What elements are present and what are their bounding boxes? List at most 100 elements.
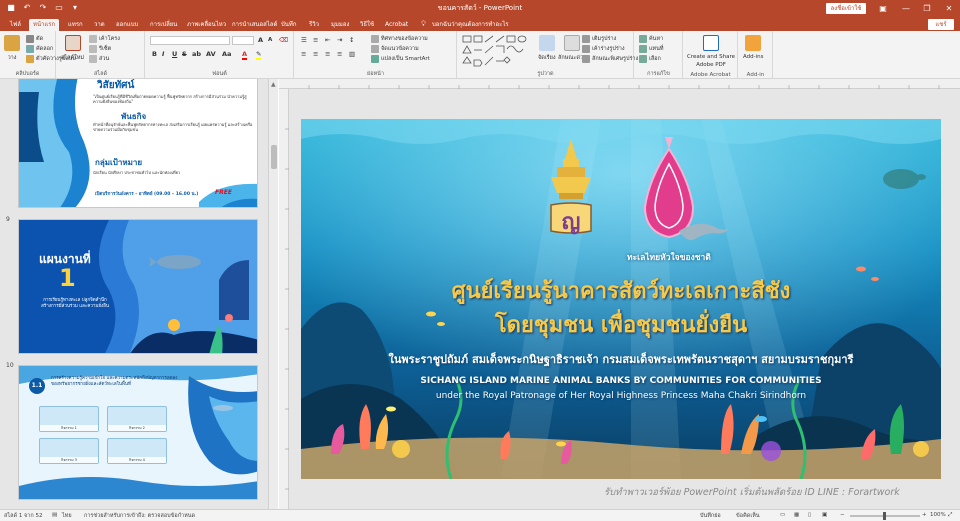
tab-view[interactable]: มุมมอง: [327, 19, 353, 31]
thumb-8-target-heading: กลุ่มเป้าหมาย: [95, 158, 143, 167]
shrink-font-button[interactable]: A: [268, 37, 272, 43]
paste-button[interactable]: วาง: [4, 35, 20, 62]
layout-button[interactable]: เค้าโครง: [89, 35, 120, 43]
spellcheck-icon[interactable]: ▤: [52, 512, 57, 518]
ribbon-tabs: ไฟล์ หน้าแรก แทรก วาด ออกแบบ การเปลี่ยน …: [0, 17, 960, 31]
paragraph-group: ☰ ≡ ⇤ ⇥ ↕ ≡ ≡ ≡ ≡ ▥ ทิศทางของข้อความ จัด…: [295, 31, 457, 79]
zoom-in-icon[interactable]: +: [922, 512, 927, 518]
align-right-icon[interactable]: ≡: [325, 50, 330, 58]
editing-group: ค้นหา แทนที่ เลือก การแก้ไข: [635, 31, 683, 79]
change-case-button[interactable]: Aa: [222, 50, 231, 58]
clear-formatting-icon[interactable]: ⌫: [279, 36, 288, 44]
reading-view-icon[interactable]: ▯: [808, 512, 811, 518]
comments-button[interactable]: ข้อคิดเห็น: [736, 512, 760, 520]
tab-transitions[interactable]: การเปลี่ยน: [146, 19, 181, 31]
tab-slideshow[interactable]: การนำเสนอสไลด์: [228, 19, 281, 31]
tab-record[interactable]: บันทึก: [277, 19, 301, 31]
slideshow-icon[interactable]: ▣: [822, 512, 827, 518]
italic-button[interactable]: I: [162, 50, 164, 58]
slide-sorter-icon[interactable]: ▦: [794, 512, 799, 518]
quick-styles-icon: [564, 35, 581, 51]
line-spacing-icon[interactable]: ↕: [349, 36, 354, 44]
normal-view-icon[interactable]: ▭: [780, 512, 785, 518]
thumbnail-scrollbar[interactable]: ▲: [268, 79, 278, 509]
addins-button[interactable]: Add-ins: [743, 35, 764, 60]
sign-in-button[interactable]: ลงชื่อเข้าใช้: [826, 3, 866, 14]
copy-button[interactable]: คัดลอก: [26, 45, 53, 53]
zoom-level[interactable]: 100%: [930, 512, 946, 518]
tab-help[interactable]: วิธีใช้: [356, 19, 378, 31]
layout-icon: [89, 35, 97, 43]
font-color-button[interactable]: A: [242, 50, 248, 60]
align-left-icon[interactable]: ≡: [301, 50, 306, 58]
decrease-indent-icon[interactable]: ⇤: [325, 36, 330, 44]
slide-number-9: 9: [6, 216, 10, 223]
tab-draw[interactable]: วาด: [90, 19, 109, 31]
zoom-out-icon[interactable]: −: [840, 512, 845, 518]
shape-outline-button[interactable]: เค้าร่างรูปร่าง: [582, 45, 625, 53]
underline-button[interactable]: U: [172, 50, 177, 58]
tab-file[interactable]: ไฟล์: [6, 19, 25, 31]
highlight-button[interactable]: ✎: [256, 50, 262, 60]
tab-home[interactable]: หน้าแรก: [29, 19, 60, 31]
close-button[interactable]: ✕: [936, 0, 960, 17]
lightbulb-icon: 💡︎: [421, 20, 426, 28]
text-direction-button[interactable]: ทิศทางของข้อความ: [371, 35, 428, 43]
select-button[interactable]: เลือก: [639, 55, 661, 63]
new-slide-button[interactable]: สไลด์ใหม่: [61, 35, 84, 62]
notes-button[interactable]: บันทึกย่อ: [700, 512, 721, 520]
slide-thumbnail-9[interactable]: แผนงานที่ 1 การเรียนรู้ทางทะเล ปลูกจิตสำ…: [18, 219, 258, 354]
accessibility-status[interactable]: การช่วยสำหรับการเข้าถึง: ตรวจสอบข้อกำหนด: [84, 512, 195, 520]
fit-slide-icon[interactable]: ⤢: [948, 512, 952, 519]
shapes-gallery[interactable]: [462, 35, 534, 67]
zoom-slider[interactable]: [850, 512, 920, 520]
thumb-9-text: การเรียนรู้ทางทะเล ปลูกจิตสำนึก สร้างการ…: [41, 298, 109, 309]
share-button[interactable]: แชร์: [928, 19, 954, 30]
cut-button[interactable]: ตัด: [26, 35, 43, 43]
language-indicator[interactable]: ไทย: [62, 512, 72, 520]
smartart-button[interactable]: แปลงเป็น SmartArt: [371, 55, 430, 63]
scroll-up-icon[interactable]: ▲: [271, 81, 276, 88]
justify-icon[interactable]: ≡: [337, 50, 342, 58]
increase-indent-icon[interactable]: ⇥: [337, 36, 342, 44]
svg-text:ญ: ญ: [562, 209, 581, 235]
text-shadow-button[interactable]: ab: [192, 50, 201, 58]
slides-group: สไลด์ใหม่ เค้าโครง รีเซ็ต ส่วน สไลด์: [57, 31, 145, 79]
section-button[interactable]: ส่วน: [89, 55, 109, 63]
columns-icon[interactable]: ▥: [349, 50, 355, 58]
find-button[interactable]: ค้นหา: [639, 35, 663, 43]
tab-insert[interactable]: แทรก: [64, 19, 87, 31]
font-name-combo[interactable]: [150, 36, 230, 45]
tell-me-search[interactable]: บอกฉันว่าคุณต้องการทำอะไร: [432, 19, 532, 30]
tab-design[interactable]: ออกแบบ: [112, 19, 142, 31]
thumb-9-background: [19, 220, 257, 353]
editing-group-label: การแก้ไข: [647, 71, 670, 77]
shape-effects-button[interactable]: ลักษณะพิเศษรูปร่าง: [582, 55, 638, 63]
bold-button[interactable]: B: [152, 50, 157, 58]
bullets-icon[interactable]: ☰: [301, 36, 307, 44]
replace-icon: [639, 45, 647, 53]
arrange-button[interactable]: จัดเรียง: [538, 35, 556, 62]
tab-acrobat[interactable]: Acrobat: [381, 19, 412, 31]
numbering-icon[interactable]: ≡: [313, 36, 318, 44]
align-center-icon[interactable]: ≡: [313, 50, 318, 58]
font-group-label: ฟอนต์: [212, 71, 227, 77]
reset-button[interactable]: รีเซ็ต: [89, 45, 111, 53]
title-bar: ■ ↶ ↷ ▭ ▾ ขอนคารสัตว์ - PowerPoint ลงชื่…: [0, 0, 960, 17]
create-pdf-button[interactable]: Create and Share Adobe PDF: [686, 35, 736, 68]
tab-review[interactable]: รีวิว: [305, 19, 323, 31]
align-text-icon: [371, 45, 379, 53]
strikethrough-button[interactable]: S: [182, 50, 187, 58]
scrollbar-thumb[interactable]: [271, 145, 277, 169]
font-size-combo[interactable]: [232, 36, 254, 45]
grow-font-button[interactable]: A: [258, 36, 263, 44]
replace-button[interactable]: แทนที่: [639, 45, 664, 53]
main-slide[interactable]: ญ ทะเลไทยหัวใจของชาติ ศูนย์เรียนรู้นาคาร…: [301, 119, 941, 479]
slide-thumbnail-8[interactable]: วิสัยทัศน์ "เป็นศูนย์เรียนรู้ที่มีชีวิตเ…: [18, 79, 258, 208]
tab-animations[interactable]: ภาพเคลื่อนไหว: [183, 19, 230, 31]
slide-thumbnail-10[interactable]: 1.1 การสร้างความรู้ความเข้าใจ และความตระ…: [18, 365, 258, 500]
status-bar: สไลด์ 1 จาก 52 ▤ ไทย การช่วยสำหรับการเข้…: [0, 509, 960, 521]
char-spacing-button[interactable]: AV: [206, 50, 216, 58]
shape-fill-button[interactable]: เติมรูปร่าง: [582, 35, 616, 43]
align-text-button[interactable]: จัดแนวข้อความ: [371, 45, 419, 53]
